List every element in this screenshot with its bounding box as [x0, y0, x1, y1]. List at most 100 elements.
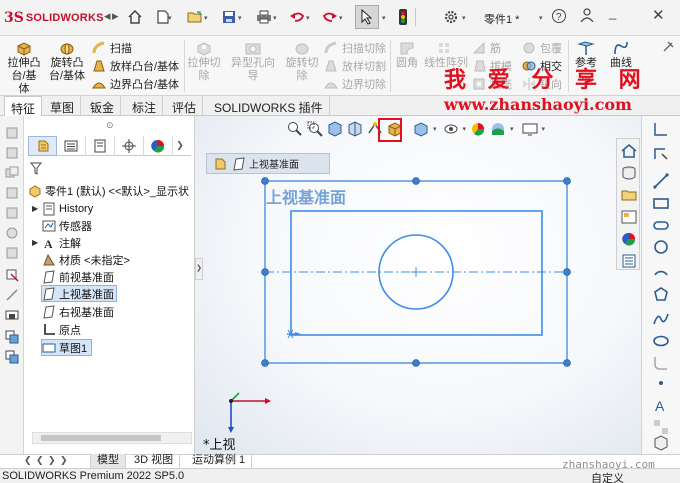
sketch-relations-icon[interactable] [5, 268, 19, 282]
zoom-to-area-icon[interactable] [307, 121, 323, 137]
traffic-light-icon[interactable] [394, 8, 412, 26]
tab-motion-study[interactable]: 运动算例 1 [186, 454, 253, 468]
print-icon[interactable] [255, 8, 273, 26]
extrude-boss-button[interactable]: 拉伸凸 台/基体 [6, 40, 42, 96]
chevron-down-icon[interactable]: ▾ [168, 14, 174, 22]
rib-button[interactable]: 筋 [472, 40, 501, 56]
revolve-boss-button[interactable]: 旋转凸 台/基体 [48, 40, 86, 83]
circle-icon[interactable] [652, 238, 670, 256]
boundary-cut-button[interactable]: 边界切除 [324, 76, 386, 92]
edit-appearance-icon[interactable] [470, 121, 486, 137]
pin-icon[interactable] [661, 40, 675, 54]
spline-icon[interactable] [652, 310, 670, 328]
display-tool-icon[interactable] [5, 308, 19, 322]
horizontal-scrollbar[interactable] [32, 432, 192, 444]
propertymanager-tab[interactable] [57, 136, 86, 156]
trim-entities-icon[interactable] [5, 288, 19, 302]
undo-icon[interactable] [288, 8, 306, 26]
tree-item-material[interactable]: 材质 <未指定> [42, 251, 130, 268]
point-icon[interactable] [652, 374, 670, 392]
custom-properties-icon[interactable] [621, 253, 637, 269]
chevron-left-icon[interactable]: ❮ [24, 455, 32, 466]
extrude-cut-button[interactable]: 拉伸切 除 [186, 40, 222, 83]
chevron-right-icon[interactable]: ▶ [32, 204, 42, 213]
chevron-left-icon[interactable]: ❮ [36, 455, 44, 466]
chevron-down-icon[interactable]: ▾ [542, 125, 546, 133]
tree-item-front-plane[interactable]: 前视基准面 [42, 268, 114, 285]
feature-tool-icon[interactable] [5, 146, 19, 160]
minimize-icon[interactable]: _ [609, 5, 616, 20]
apply-scene-icon[interactable] [490, 121, 506, 137]
fillet-button[interactable]: 圆角 [394, 40, 420, 70]
move-tool-icon[interactable] [5, 186, 19, 200]
chevron-down-icon[interactable]: ▾ [462, 14, 468, 22]
layer-tool-icon[interactable] [5, 246, 19, 260]
block-tool-icon[interactable] [5, 330, 19, 344]
select-arrow-icon[interactable] [355, 5, 379, 29]
home-icon[interactable] [126, 8, 144, 26]
lofted-cut-button[interactable]: 放样切割 [324, 58, 386, 74]
design-library-icon[interactable] [621, 165, 637, 181]
tree-item-annotations[interactable]: ▶ A 注解 [32, 234, 81, 251]
scale-tool-icon[interactable] [5, 206, 19, 220]
view-cube-icon[interactable] [652, 434, 670, 452]
hole-wizard-button[interactable]: 异型孔向导 [226, 40, 280, 83]
zoom-to-fit-icon[interactable] [287, 121, 303, 137]
dimxpert-tab[interactable] [115, 136, 144, 156]
swept-cut-button[interactable]: 扫描切除 [324, 40, 386, 56]
copy-tool-icon[interactable] [5, 166, 19, 180]
smart-dimension-icon[interactable] [652, 120, 670, 138]
revolve-cut-button[interactable]: 旋转切 除 [284, 40, 320, 83]
view-palette-icon[interactable] [621, 209, 637, 225]
chevron-down-icon[interactable]: ▾ [510, 125, 514, 133]
tab-sheet-metal[interactable]: 钣金 [84, 96, 122, 116]
featuremanager-tab[interactable] [28, 136, 57, 156]
chevron-down-icon[interactable]: ▾ [463, 125, 467, 133]
display-manager-tab[interactable] [144, 136, 173, 156]
slot-icon[interactable] [652, 216, 670, 234]
hide-show-items-icon[interactable] [443, 121, 459, 137]
help-question-icon[interactable]: ? [551, 8, 567, 27]
display-style-icon[interactable] [413, 121, 429, 137]
chevron-right-icon[interactable]: ❯ [48, 455, 56, 466]
chevron-down-icon[interactable]: ▾ [433, 125, 437, 133]
sketch-tool-icon[interactable] [5, 126, 19, 140]
tab-features[interactable]: 特征 [4, 96, 43, 117]
home-icon[interactable] [621, 143, 637, 159]
boundary-button[interactable]: 边界凸台/基体 [92, 76, 179, 92]
tab-3d-views[interactable]: 3D 视图 [128, 454, 181, 468]
chevron-down-icon[interactable]: ▾ [204, 14, 210, 22]
chevron-right-icon[interactable]: ❯ [60, 455, 68, 466]
chevron-down-icon[interactable]: ▾ [539, 14, 545, 22]
chevron-right-icon[interactable]: ❯ [173, 136, 187, 155]
chevron-down-icon[interactable]: ▾ [339, 14, 345, 22]
chevron-down-icon[interactable]: ▾ [273, 14, 279, 22]
tree-item-sketch1[interactable]: 草图1 [41, 339, 93, 356]
options-gear-icon[interactable] [442, 8, 460, 26]
tree-root-part[interactable]: 零件1 (默认) <<默认>_显示状 [28, 182, 189, 199]
user-icon[interactable] [580, 8, 594, 25]
panel-collapse-handle[interactable]: ❯ [195, 258, 203, 280]
tree-item-origin[interactable]: 原点 [42, 321, 81, 338]
sweep-button[interactable]: 扫描 [92, 40, 132, 56]
panel-grip-icon[interactable]: ⊙ [106, 120, 114, 131]
chevron-down-icon[interactable]: ▾ [306, 14, 312, 22]
tree-item-history[interactable]: ▶ History [32, 200, 93, 217]
fillet-sketch-icon[interactable] [652, 354, 670, 372]
arc-icon[interactable] [652, 262, 670, 280]
tree-filter[interactable] [29, 162, 180, 178]
sketch-icon[interactable] [652, 144, 670, 162]
rotate-tool-icon[interactable] [5, 226, 19, 240]
tree-item-sensors[interactable]: 传感器 [42, 217, 92, 234]
file-explorer-icon[interactable] [621, 187, 637, 203]
loft-button[interactable]: 放样凸台/基体 [92, 58, 179, 74]
status-units[interactable]: 自定义 [591, 470, 624, 483]
wrap-button[interactable]: 包覆 [522, 40, 562, 56]
close-icon[interactable]: ✕ [652, 6, 665, 24]
repair-sketch-icon[interactable] [5, 350, 19, 364]
appearances-icon[interactable] [621, 231, 637, 247]
tab-evaluate[interactable]: 评估 [166, 96, 204, 116]
rectangle-icon[interactable] [652, 194, 670, 212]
scrollbar-thumb[interactable] [41, 435, 161, 441]
tab-solidworks-addins[interactable]: SOLIDWORKS 插件 [208, 96, 330, 116]
